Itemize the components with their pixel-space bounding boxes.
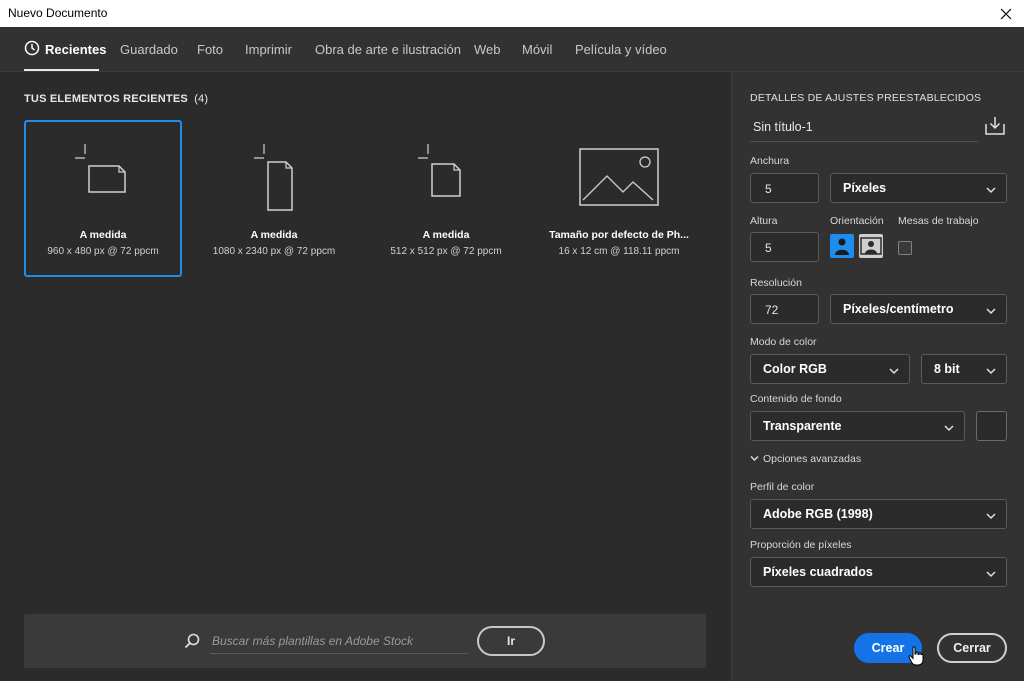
- landscape-orientation-button[interactable]: [859, 234, 883, 258]
- background-label: Contenido de fondo: [750, 393, 842, 405]
- width-input[interactable]: 5: [750, 173, 819, 203]
- color-profile-value: Adobe RGB (1998): [763, 507, 873, 521]
- background-value: Transparente: [763, 419, 842, 433]
- title-bar: Nuevo Documento: [0, 0, 1024, 27]
- document-name-field[interactable]: Sin título-1: [750, 114, 978, 142]
- tab-foto[interactable]: Foto: [197, 42, 223, 57]
- chevron-down-icon: [944, 421, 954, 435]
- hand-cursor-icon: [908, 646, 924, 671]
- recent-item-2[interactable]: A medida 1080 x 2340 px @ 72 ppcm: [195, 120, 353, 277]
- advanced-options-toggle[interactable]: Opciones avanzadas: [750, 453, 861, 465]
- recent-item-4[interactable]: Tamaño por defecto de Ph... 16 x 12 cm @…: [540, 120, 698, 277]
- recent-title-text: TUS ELEMENTOS RECIENTES: [24, 93, 188, 105]
- chevron-down-icon: [986, 567, 996, 581]
- recent-item-dims: 16 x 12 cm @ 118.11 ppcm: [558, 246, 680, 257]
- chevron-down-icon: [986, 364, 996, 378]
- stock-search-bar: Ir: [24, 614, 706, 668]
- orientation-label: Orientación: [830, 215, 884, 227]
- go-button[interactable]: Ir: [477, 626, 545, 656]
- tab-web[interactable]: Web: [474, 42, 501, 57]
- resolution-label: Resolución: [750, 277, 802, 289]
- recent-item-3[interactable]: A medida 512 x 512 px @ 72 ppcm: [367, 120, 525, 277]
- width-label: Anchura: [750, 155, 790, 167]
- preset-details-panel: DETALLES DE AJUSTES PREESTABLECIDOS Sin …: [731, 72, 1024, 681]
- recent-item-dims: 960 x 480 px @ 72 ppcm: [47, 246, 159, 257]
- tab-guardado[interactable]: Guardado: [120, 42, 178, 57]
- color-mode-label: Modo de color: [750, 336, 817, 348]
- tab-obra-de-arte[interactable]: Obra de arte e ilustración: [315, 42, 461, 57]
- advanced-options-label: Opciones avanzadas: [763, 453, 862, 465]
- resolution-unit-select[interactable]: Píxeles/centímetro: [830, 294, 1007, 324]
- tab-pelicula-video[interactable]: Película y vídeo: [575, 42, 667, 57]
- portrait-document-icon: [197, 144, 351, 214]
- color-profile-select[interactable]: Adobe RGB (1998): [750, 499, 1007, 529]
- close-button[interactable]: Cerrar: [937, 633, 1007, 663]
- clock-icon: [24, 40, 40, 59]
- portrait-orientation-button[interactable]: [830, 234, 854, 258]
- color-mode-value: Color RGB: [763, 362, 827, 376]
- recent-item-name: A medida: [79, 229, 127, 241]
- recent-item-dims: 512 x 512 px @ 72 ppcm: [390, 246, 502, 257]
- recent-item-dims: 1080 x 2340 px @ 72 ppcm: [212, 246, 336, 257]
- chevron-down-icon: [750, 453, 759, 465]
- resolution-input[interactable]: 72: [750, 294, 819, 324]
- color-profile-label: Perfil de color: [750, 481, 815, 493]
- search-icon: [184, 633, 200, 654]
- artboards-checkbox[interactable]: [898, 241, 912, 255]
- color-mode-select[interactable]: Color RGB: [750, 354, 910, 384]
- recent-item-name: A medida: [422, 229, 470, 241]
- resolution-unit-value: Píxeles/centímetro: [843, 302, 954, 316]
- portrait-person-icon: [835, 238, 849, 255]
- window-title: Nuevo Documento: [8, 6, 108, 20]
- pixel-ratio-label: Proporción de píxeles: [750, 539, 852, 551]
- recent-item-name: A medida: [250, 229, 298, 241]
- chevron-down-icon: [889, 364, 899, 378]
- recent-item-name: Tamaño por defecto de Ph...: [549, 229, 689, 241]
- recent-item-1[interactable]: A medida 960 x 480 px @ 72 ppcm: [24, 120, 182, 277]
- chevron-down-icon: [986, 509, 996, 523]
- close-icon[interactable]: [988, 0, 1024, 27]
- stock-search-input[interactable]: [210, 628, 468, 654]
- background-color-swatch[interactable]: [976, 411, 1007, 441]
- image-placeholder-icon: [542, 148, 696, 218]
- chevron-down-icon: [986, 183, 996, 197]
- bit-depth-select[interactable]: 8 bit: [921, 354, 1007, 384]
- pixel-ratio-select[interactable]: Píxeles cuadrados: [750, 557, 1007, 587]
- height-label: Altura: [750, 215, 778, 227]
- save-preset-icon[interactable]: [984, 116, 1008, 138]
- details-header: DETALLES DE AJUSTES PREESTABLECIDOS: [750, 92, 982, 104]
- category-tabs: Recientes Guardado Foto Imprimir Obra de…: [0, 27, 1024, 72]
- recent-count: (4): [194, 93, 209, 105]
- bit-depth-value: 8 bit: [934, 362, 960, 376]
- background-select[interactable]: Transparente: [750, 411, 965, 441]
- active-tab-indicator: [24, 69, 99, 71]
- height-input[interactable]: 5: [750, 232, 819, 262]
- tab-label: Recientes: [45, 42, 107, 57]
- tab-imprimir[interactable]: Imprimir: [245, 42, 292, 57]
- width-unit-value: Píxeles: [843, 181, 887, 195]
- artboards-label: Mesas de trabajo: [898, 215, 979, 227]
- tab-recientes[interactable]: Recientes: [24, 40, 106, 59]
- pixel-ratio-value: Píxeles cuadrados: [763, 565, 873, 579]
- landscape-person-icon: [860, 237, 882, 255]
- recent-section-title: TUS ELEMENTOS RECIENTES (4): [24, 93, 208, 105]
- square-document-icon: [369, 144, 523, 214]
- width-unit-select[interactable]: Píxeles: [830, 173, 1007, 203]
- recent-area: TUS ELEMENTOS RECIENTES (4) A medida 960…: [0, 72, 731, 681]
- tab-movil[interactable]: Móvil: [522, 42, 552, 57]
- landscape-document-icon: [26, 144, 180, 214]
- chevron-down-icon: [986, 304, 996, 318]
